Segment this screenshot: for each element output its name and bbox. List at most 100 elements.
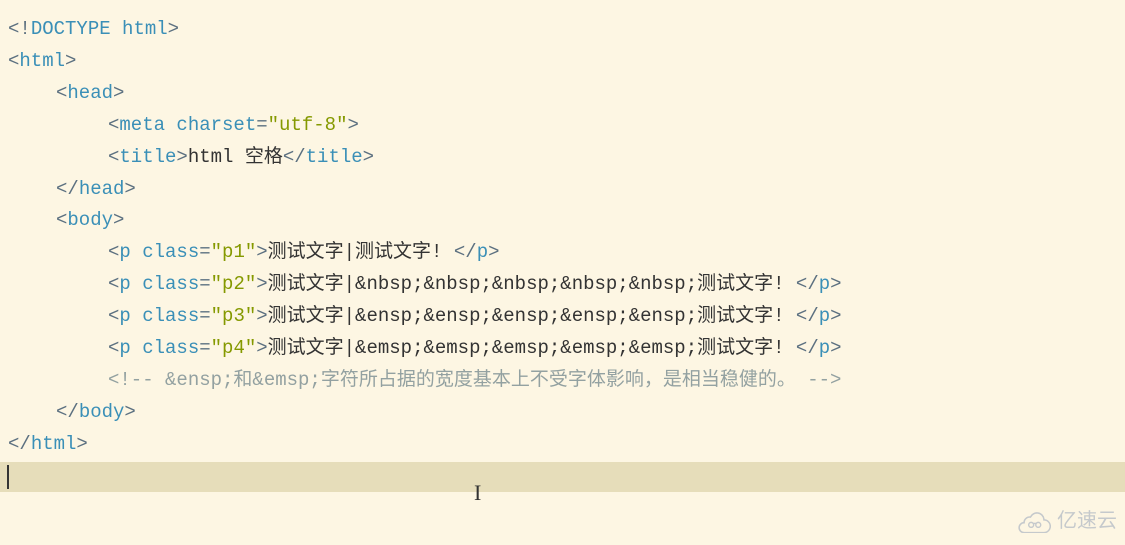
token-tag: title (119, 146, 176, 168)
cloud-icon (1017, 511, 1051, 533)
token-punct: </ (796, 305, 819, 327)
token-punct: > (176, 146, 187, 168)
token-punct: = (199, 337, 210, 359)
code-line[interactable]: </body> (8, 397, 1125, 429)
token-tag: p (119, 305, 130, 327)
token-punct: </ (56, 178, 79, 200)
active-line-highlight (0, 462, 1125, 492)
token-text (131, 305, 142, 327)
token-punct: > (256, 305, 267, 327)
token-punct: < (108, 114, 119, 136)
token-punct: > (488, 241, 499, 263)
token-punct: < (108, 241, 119, 263)
code-line[interactable]: <!-- &ensp;和&emsp;字符所占据的宽度基本上不受字体影响，是相当稳… (8, 365, 1125, 397)
text-caret (7, 465, 9, 489)
code-line[interactable]: <meta charset="utf-8"> (8, 110, 1125, 142)
token-punct: = (199, 241, 210, 263)
token-punct: < (56, 82, 67, 104)
token-punct: </ (796, 273, 819, 295)
token-punct: </ (283, 146, 306, 168)
token-text (131, 273, 142, 295)
token-punct: </ (454, 241, 477, 263)
watermark: 亿速云 (1017, 505, 1117, 539)
token-punct: < (8, 50, 19, 72)
token-attr-val: "p4" (211, 337, 257, 359)
token-tag: p (119, 241, 130, 263)
token-punct: </ (796, 337, 819, 359)
token-tag: body (79, 401, 125, 423)
token-text: 测试文字|&ensp;&ensp;&ensp;&ensp;&ensp;测试文字! (268, 305, 796, 327)
token-punct: = (199, 273, 210, 295)
token-attr-name: class (142, 241, 199, 263)
token-tag: html (19, 50, 65, 72)
watermark-text: 亿速云 (1057, 505, 1117, 539)
token-punct: < (108, 273, 119, 295)
token-attr-val: "utf-8" (268, 114, 348, 136)
token-punct: > (124, 178, 135, 200)
token-punct: </ (56, 401, 79, 423)
token-tag: title (306, 146, 363, 168)
token-tag: p (477, 241, 488, 263)
token-attr-name: class (142, 337, 199, 359)
token-tag: p (819, 273, 830, 295)
token-punct: > (124, 401, 135, 423)
token-punct: > (256, 337, 267, 359)
code-line[interactable]: <title>html 空格</title> (8, 142, 1125, 174)
token-punct: > (168, 18, 179, 40)
token-text: html 空格 (188, 146, 283, 168)
token-punct: > (113, 209, 124, 231)
token-punct: > (76, 433, 87, 455)
token-punct: > (830, 273, 841, 295)
code-line[interactable]: <head> (8, 78, 1125, 110)
code-line[interactable]: <p class="p1">测试文字|测试文字! </p> (8, 237, 1125, 269)
token-punct: > (830, 337, 841, 359)
mouse-text-cursor-icon: I (474, 475, 481, 512)
token-punct: > (830, 305, 841, 327)
token-tag: head (67, 82, 113, 104)
token-attr-val: "p2" (211, 273, 257, 295)
token-attr-name: html (122, 18, 168, 40)
code-line[interactable]: <html> (8, 46, 1125, 78)
code-line[interactable]: <p class="p4">测试文字|&emsp;&emsp;&emsp;&em… (8, 333, 1125, 365)
token-tag: p (119, 273, 130, 295)
token-text (131, 241, 142, 263)
token-punct: < (56, 209, 67, 231)
token-text (131, 337, 142, 359)
token-punct: > (256, 273, 267, 295)
token-text: 测试文字|测试文字! (268, 241, 454, 263)
token-punct: > (113, 82, 124, 104)
code-line[interactable]: </head> (8, 174, 1125, 206)
token-comment: <!-- &ensp;和&emsp;字符所占据的宽度基本上不受字体影响，是相当稳… (108, 369, 841, 391)
token-text: 测试文字|&nbsp;&nbsp;&nbsp;&nbsp;&nbsp;测试文字! (268, 273, 796, 295)
token-punct: </ (8, 433, 31, 455)
code-line[interactable]: </html> (8, 429, 1125, 461)
token-tag: p (819, 305, 830, 327)
token-punct: = (256, 114, 267, 136)
token-punct: > (65, 50, 76, 72)
token-tag: body (67, 209, 113, 231)
code-editor[interactable]: <!DOCTYPE html><html><head><meta charset… (0, 0, 1125, 461)
token-punct: <! (8, 18, 31, 40)
token-tag: p (819, 337, 830, 359)
token-tag: html (31, 433, 77, 455)
token-punct: < (108, 337, 119, 359)
token-tag: p (119, 337, 130, 359)
token-text: 测试文字|&emsp;&emsp;&emsp;&emsp;&emsp;测试文字! (268, 337, 796, 359)
token-punct: < (108, 146, 119, 168)
token-text (165, 114, 176, 136)
token-attr-val: "p3" (211, 305, 257, 327)
token-tag: DOCTYPE (31, 18, 111, 40)
code-line[interactable]: <p class="p2">测试文字|&nbsp;&nbsp;&nbsp;&nb… (8, 269, 1125, 301)
token-tag: head (79, 178, 125, 200)
code-line[interactable]: <body> (8, 205, 1125, 237)
token-tag: meta (119, 114, 165, 136)
code-line[interactable]: <!DOCTYPE html> (8, 14, 1125, 46)
token-attr-name: class (142, 273, 199, 295)
token-punct: > (256, 241, 267, 263)
token-punct: = (199, 305, 210, 327)
token-text (111, 18, 122, 40)
token-attr-name: class (142, 305, 199, 327)
token-punct: > (347, 114, 358, 136)
code-line[interactable]: <p class="p3">测试文字|&ensp;&ensp;&ensp;&en… (8, 301, 1125, 333)
token-punct: < (108, 305, 119, 327)
